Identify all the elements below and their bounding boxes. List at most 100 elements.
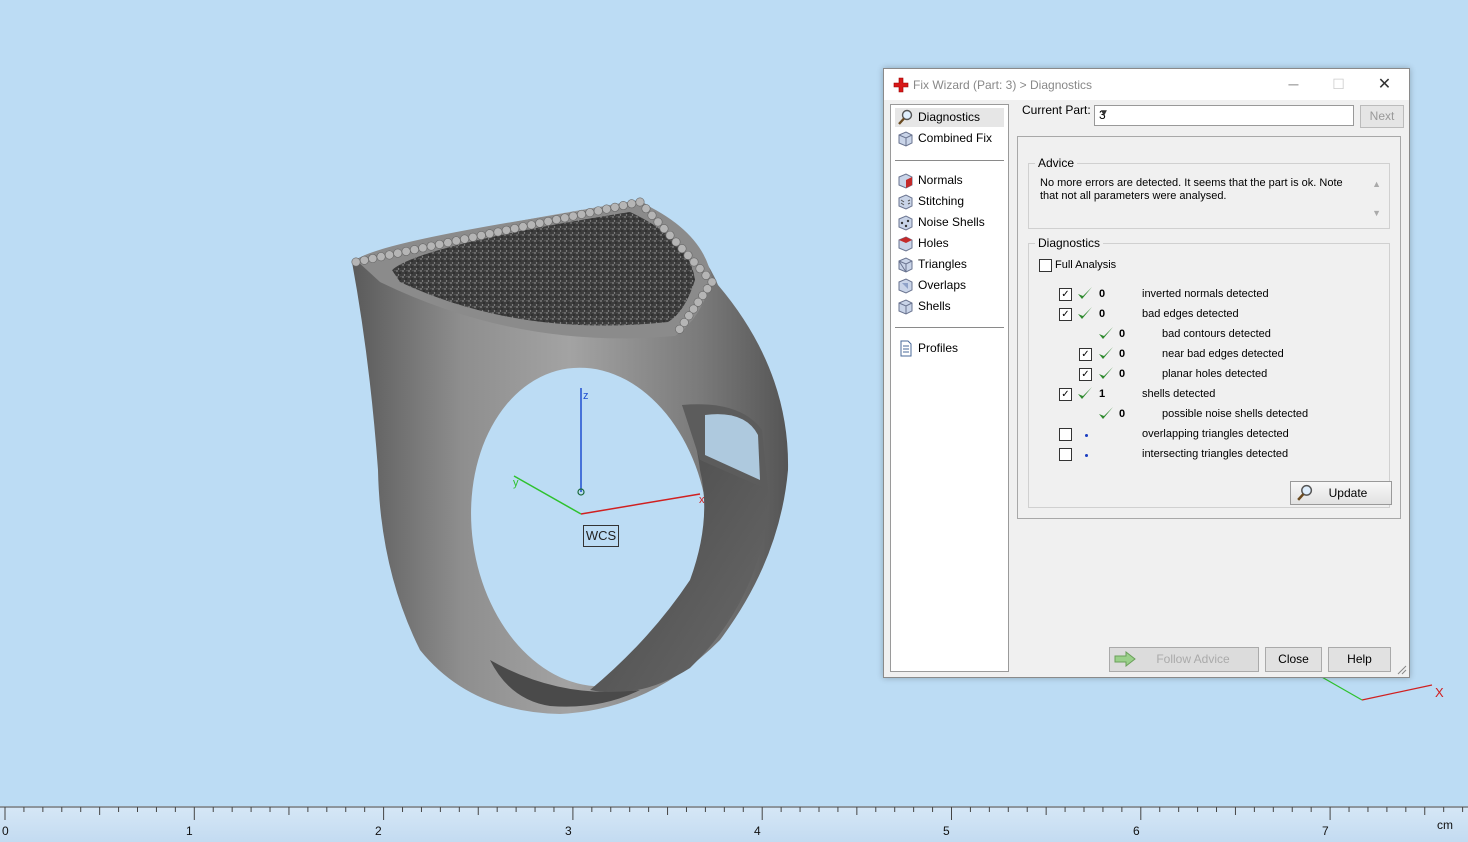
nav-label: Normals — [918, 173, 963, 187]
rim-bead — [665, 230, 675, 240]
nav-label: Noise Shells — [918, 215, 985, 229]
nav-label: Triangles — [918, 257, 967, 271]
rim-bead — [577, 209, 587, 219]
rim-bead — [351, 257, 361, 267]
close-button[interactable]: Close — [1265, 647, 1322, 672]
row-checkbox-intersecting-triangles[interactable] — [1059, 448, 1072, 461]
row-value: 0 — [1119, 408, 1126, 420]
rim-bead — [376, 252, 386, 262]
dialog-title: Fix Wizard (Part: 3) > Diagnostics — [913, 78, 1093, 92]
row-checkbox-inverted-normals[interactable]: ✓ — [1059, 288, 1072, 301]
row-checkbox-bad-edges[interactable]: ✓ — [1059, 308, 1072, 321]
resize-grip-icon[interactable] — [1397, 665, 1407, 675]
row-text: bad contours detected — [1162, 328, 1271, 340]
cube-icon — [898, 131, 913, 147]
nav-item-noise-shells[interactable]: Noise Shells — [895, 213, 1004, 232]
checkmark-icon — [1078, 387, 1092, 399]
nav-item-diagnostics[interactable]: Diagnostics — [895, 108, 1004, 127]
rim-bead — [593, 206, 603, 216]
stitching-cube-icon — [898, 194, 913, 210]
scroll-up-icon[interactable]: ▲ — [1372, 179, 1381, 189]
row-text: shells detected — [1142, 388, 1216, 400]
next-button[interactable]: Next — [1360, 105, 1404, 128]
current-part-select[interactable]: 3 ▼ — [1094, 105, 1354, 126]
rim-bead — [359, 255, 369, 265]
row-text: bad edges detected — [1142, 308, 1239, 320]
nav-label: Diagnostics — [918, 110, 981, 124]
row-value: 0 — [1119, 348, 1126, 360]
rim-bead — [501, 225, 511, 235]
row-text: possible noise shells detected — [1162, 408, 1309, 420]
maximize-button[interactable]: ☐ — [1316, 69, 1361, 100]
nav-label: Holes — [918, 236, 949, 250]
nav-label: Profiles — [918, 341, 959, 355]
row-value: 0 — [1119, 368, 1126, 380]
rim-bead — [518, 222, 528, 232]
row-checkbox-planar-holes[interactable]: ✓ — [1079, 368, 1092, 381]
minimize-button[interactable]: ─ — [1271, 69, 1316, 100]
full-analysis-label: Full Analysis — [1055, 259, 1117, 271]
overlaps-cube-icon — [898, 278, 913, 294]
rim-bead — [659, 224, 669, 234]
rim-bead — [426, 241, 436, 251]
nav-item-combined-fix[interactable]: Combined Fix — [895, 129, 1004, 148]
close-window-button[interactable]: ✕ — [1362, 69, 1407, 100]
help-button[interactable]: Help — [1328, 647, 1391, 672]
checkmark-icon — [1099, 367, 1113, 379]
row-text: planar holes detected — [1162, 368, 1268, 380]
rim-bead — [701, 270, 711, 280]
rim-bead — [368, 253, 378, 263]
dialog-titlebar[interactable]: Fix Wizard (Part: 3) > Diagnostics ─ ☐ ✕ — [884, 69, 1409, 100]
nav-label: Overlaps — [918, 278, 967, 292]
rim-bead — [602, 204, 612, 214]
nav-item-holes[interactable]: Holes — [895, 234, 1004, 253]
triangles-cube-icon — [898, 257, 913, 273]
current-part-label: Current Part: — [1022, 103, 1091, 117]
nav-separator — [895, 160, 1004, 161]
row-value: 0 — [1099, 288, 1106, 300]
rim-bead — [675, 324, 685, 334]
rim-bead — [468, 232, 478, 242]
ruler-label-5: 5 — [943, 824, 950, 838]
diagnostics-title: Diagnostics — [1035, 236, 1104, 250]
rim-bead — [610, 202, 620, 212]
nav-item-profiles[interactable]: Profiles — [895, 339, 1004, 358]
rim-bead — [535, 218, 545, 228]
nav-item-overlaps[interactable]: Overlaps — [895, 276, 1004, 295]
ruler-label-4: 4 — [754, 824, 761, 838]
scroll-down-icon[interactable]: ▼ — [1372, 208, 1381, 218]
checkmark-icon — [1099, 327, 1113, 339]
update-button[interactable]: Update — [1290, 481, 1392, 505]
nav-item-stitching[interactable]: Stitching — [895, 192, 1004, 211]
diagnostics-group: Diagnostics Full Analysis ✓ 0 inverted n… — [1028, 236, 1392, 508]
ruler: 0 1 2 3 4 5 6 7 cm — [0, 806, 1468, 842]
row-checkbox-near-bad-edges[interactable]: ✓ — [1079, 348, 1092, 361]
row-checkbox-shells[interactable]: ✓ — [1059, 388, 1072, 401]
shells-cube-icon — [898, 299, 913, 315]
nav-item-shells[interactable]: Shells — [895, 297, 1004, 316]
checkmark-icon — [1078, 287, 1092, 299]
rim-bead — [560, 213, 570, 223]
checkmark-icon — [1099, 347, 1113, 359]
checkmark-icon — [1078, 307, 1092, 319]
noise-shells-icon — [898, 215, 913, 231]
follow-advice-button[interactable]: Follow Advice — [1109, 647, 1259, 672]
full-analysis-checkbox[interactable] — [1039, 259, 1052, 272]
ruler-label-1: 1 — [186, 824, 193, 838]
follow-advice-label: Follow Advice — [1156, 652, 1230, 666]
rim-bead — [551, 215, 561, 225]
rim-bead — [443, 238, 453, 248]
ruler-label-7: 7 — [1322, 824, 1329, 838]
row-checkbox-overlapping-triangles[interactable] — [1059, 428, 1072, 441]
nav-label: Combined Fix — [918, 131, 993, 145]
rim-bead — [618, 201, 628, 211]
nav-item-triangles[interactable]: Triangles — [895, 255, 1004, 274]
document-icon — [900, 340, 912, 357]
advice-title: Advice — [1035, 156, 1078, 170]
update-label: Update — [1328, 486, 1368, 500]
x-axis-label: x — [699, 494, 705, 506]
nav-item-normals[interactable]: Normals — [895, 171, 1004, 190]
ruler-label-6: 6 — [1133, 824, 1140, 838]
row-text: intersecting triangles detected — [1142, 448, 1289, 460]
rim-bead — [460, 234, 470, 244]
